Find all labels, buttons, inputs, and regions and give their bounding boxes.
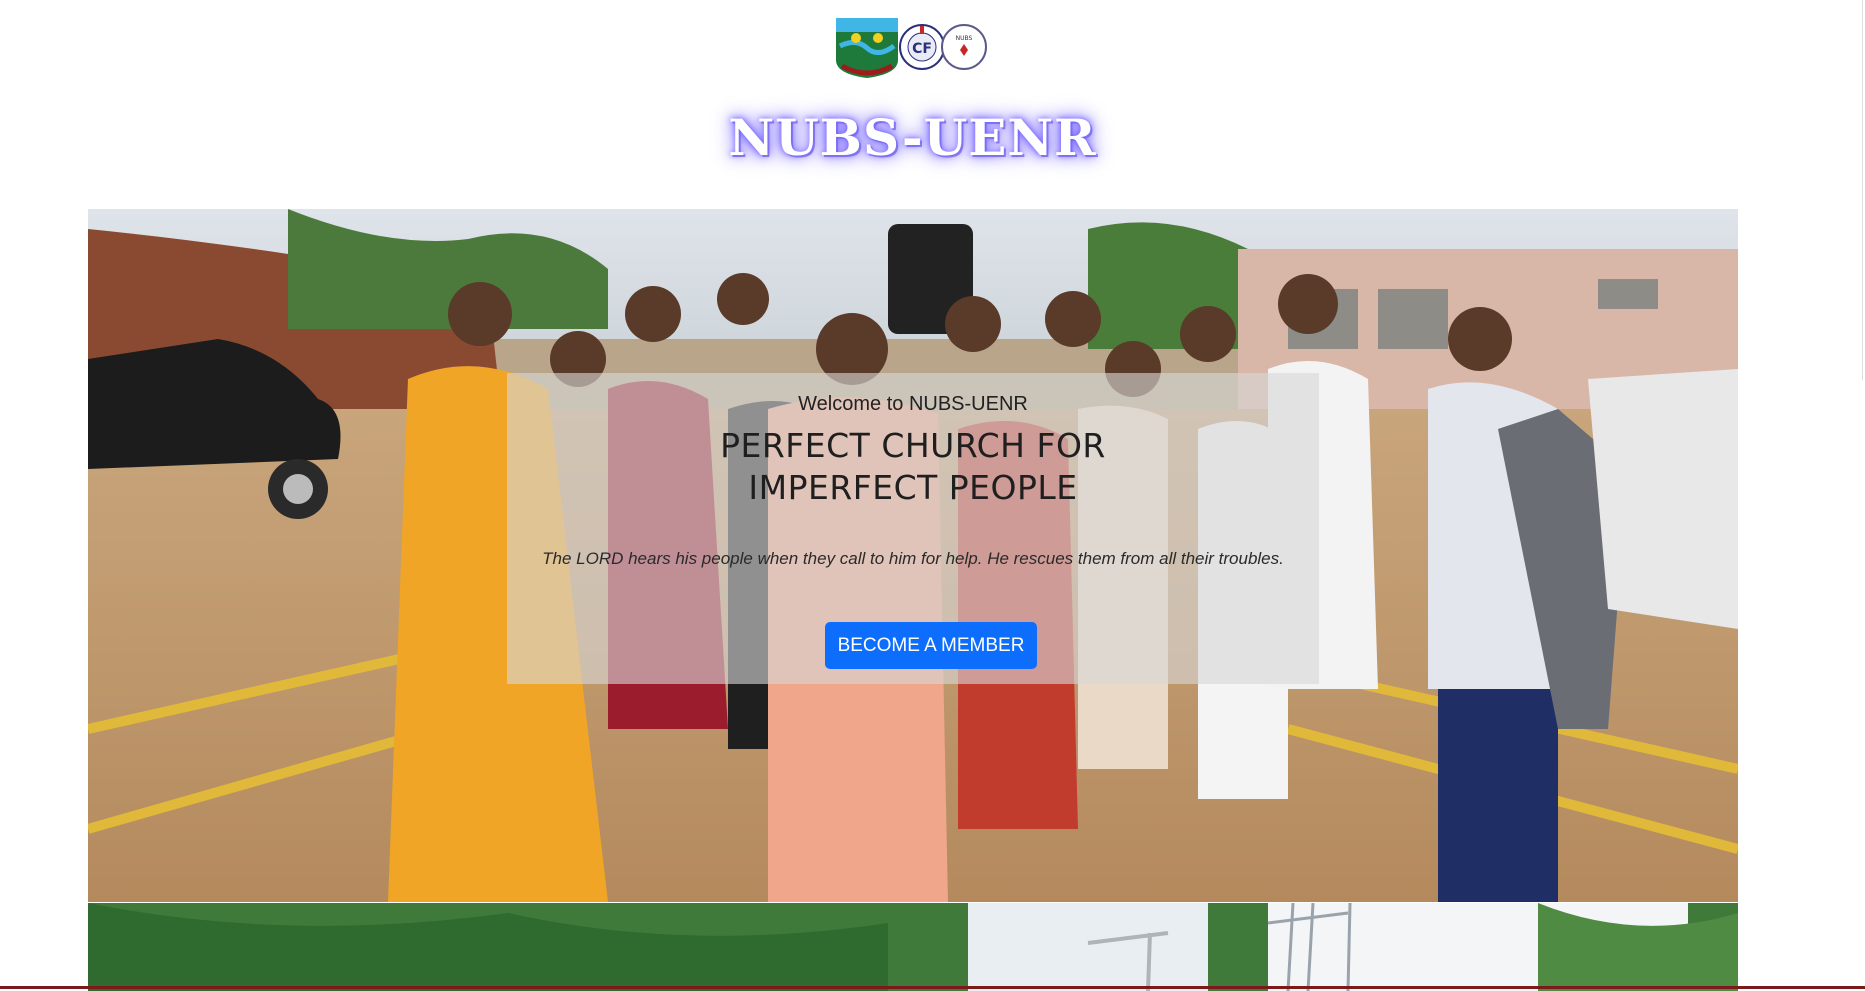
hero-headline: PERFECT CHURCH FOR IMPERFECT PEOPLE <box>507 425 1319 509</box>
second-photo <box>88 903 1738 991</box>
site-title: NUBS-UENR <box>728 108 1097 167</box>
bible-verse: The LORD hears his people when they call… <box>542 549 1284 568</box>
scrollbar-edge <box>1862 0 1863 380</box>
become-member-button[interactable]: BECOME A MEMBER <box>825 622 1037 669</box>
hero-overlay-card: Welcome to NUBS-UENR PERFECT CHURCH FOR … <box>507 373 1319 684</box>
hero-banner: Welcome to NUBS-UENR PERFECT CHURCH FOR … <box>88 209 1738 902</box>
logo-group: CF NUBS <box>836 16 988 80</box>
nubs-logo-text: NUBS <box>956 35 973 42</box>
welcome-text: Welcome to NUBS-UENR <box>798 393 1028 415</box>
nubs-emblem-logo: NUBS <box>941 24 987 70</box>
svg-text:CF: CF <box>912 41 932 57</box>
cf-emblem-logo: CF <box>899 24 945 70</box>
headline-line-1: PERFECT CHURCH FOR <box>720 426 1106 465</box>
bottom-border <box>0 986 1865 989</box>
headline-line-2: IMPERFECT PEOPLE <box>748 468 1078 507</box>
uenr-crest-logo <box>836 18 898 78</box>
